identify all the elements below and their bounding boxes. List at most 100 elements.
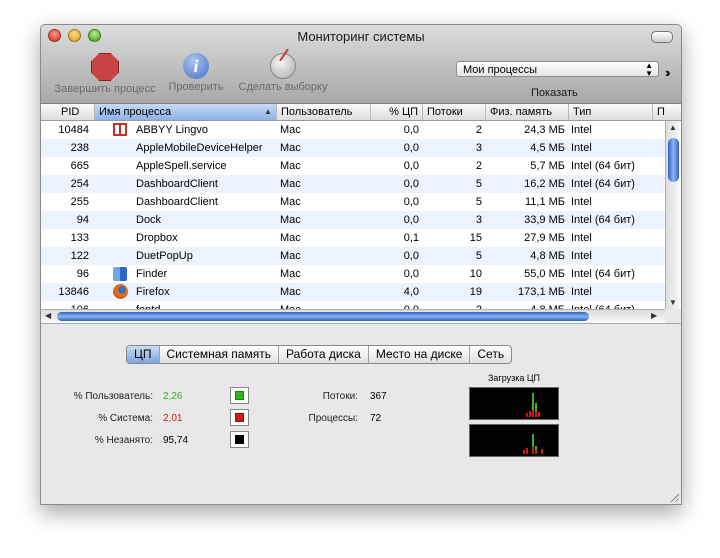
cell-pid: 13846 [58,286,89,298]
toolbar-toggle-button[interactable] [651,31,673,43]
tab-disk-usage[interactable]: Место на диске [369,346,471,363]
cell-cpu: 4,0 [403,286,419,298]
cpu-panel: % Пользователь: 2,26 % Система: 2,01 % Н… [41,369,681,504]
table-row[interactable]: 254 DashboardClient Mac 0,0 5 16,2 МБ Intel (6… [41,175,665,193]
vertical-scroll-thumb[interactable] [668,138,679,182]
user-color-swatch [235,391,244,400]
cell-process-name: Dropbox [136,232,178,244]
graph-bar [535,446,537,454]
cell-type: Intel (64 бит) [571,160,635,172]
vertical-scrollbar[interactable]: ▲ ▼ [665,121,681,309]
column-header-threads[interactable]: Потоки [423,104,486,120]
cell-pid: 122 [70,250,89,262]
graph-bar [529,411,531,417]
column-header-type[interactable]: Тип [569,104,653,120]
column-header-name[interactable]: Имя процесса ▲ [95,104,277,120]
scroll-up-arrow-icon[interactable]: ▲ [669,123,677,132]
cell-user: Mac [280,286,301,298]
column-header-user[interactable]: Пользователь [277,104,371,120]
graph-bar [532,393,534,417]
cell-cpu: 0,0 [403,178,419,190]
tab-disk-activity[interactable]: Работа диска [279,346,369,363]
table-row[interactable]: 106 fontd Mac 0,0 2 4,8 МБ Intel (64 бит) [41,301,665,309]
horizontal-scroll-thumb[interactable] [57,312,589,321]
cell-cpu: 0,0 [403,124,419,136]
cell-pid: 254 [70,178,89,190]
user-cpu-label: % Пользователь: [73,391,153,402]
cell-pid: 10484 [58,124,89,136]
graph-bar [523,450,525,454]
stop-icon [91,53,119,81]
table-row[interactable]: 96 Finder Mac 0,0 10 55,0 МБ Intel (64 бит) [41,265,665,283]
cell-memory: 27,9 МБ [524,232,565,244]
table-row[interactable]: 238 AppleMobileDeviceHelper Mac 0,0 3 4,5 МБ I… [41,139,665,157]
tab-network[interactable]: Сеть [470,346,511,363]
toolbar-overflow-icon[interactable]: ›› [665,65,670,80]
idle-color-picker[interactable] [230,431,249,448]
cpu-graph-core-2 [469,424,559,457]
column-header-pid[interactable]: PID [41,104,95,120]
processes-label: Процессы: [308,413,358,424]
sample-process-label: Сделать выборку [238,81,328,93]
cell-memory: 16,2 МБ [524,178,565,190]
table-row[interactable]: 94 Dock Mac 0,0 3 33,9 МБ Intel (64 бит) [41,211,665,229]
process-filter-select[interactable]: Мои процессы ▲ ▼ [456,61,659,78]
cell-threads: 5 [475,196,482,208]
quit-process-button[interactable]: Завершить процесс [49,53,161,95]
sample-icon [270,53,296,79]
cell-threads: 2 [475,160,482,172]
table-row[interactable]: 665 AppleSpell.service Mac 0,0 2 5,7 МБ Intel … [41,157,665,175]
sample-process-button[interactable]: Сделать выборку [233,53,333,93]
cell-cpu: 0,0 [403,196,419,208]
tab-cpu[interactable]: ЦП [127,346,160,363]
cell-process-name: DashboardClient [136,196,218,208]
table-row[interactable]: 13846 Firefox Mac 4,0 19 173,1 МБ Intel [41,283,665,301]
firefox-icon [113,284,129,300]
table-row[interactable]: 10484 ABBYY Lingvo Mac 0,0 2 24,3 МБ Intel [41,121,665,139]
inspect-button[interactable]: i Проверить [163,53,229,93]
table-row[interactable]: 133 Dropbox Mac 0,1 15 27,9 МБ Intel [41,229,665,247]
cell-type: Intel (64 бит) [571,214,635,226]
cell-pid: 665 [70,160,89,172]
cell-threads: 2 [475,124,482,136]
graph-bar [532,434,534,454]
horizontal-scrollbar[interactable]: ◀ ▶ [41,309,665,323]
cell-pid: 96 [76,268,89,280]
column-header-cpu[interactable]: % ЦП [371,104,423,120]
cell-threads: 3 [475,142,482,154]
processes-value: 72 [370,413,382,424]
threads-label: Потоки: [322,391,358,402]
cell-process-name: Firefox [136,286,170,298]
select-arrows-icon: ▲ ▼ [645,61,653,78]
table-row[interactable]: 122 DuetPopUp Mac 0,0 5 4,8 МБ Intel [41,247,665,265]
toolbar: Мониторинг системы Завершить процесс i П… [41,25,681,104]
cell-pid: 94 [76,214,89,226]
column-header-more[interactable]: П [653,104,681,120]
cell-cpu: 0,0 [403,268,419,280]
cell-type: Intel (64 бит) [571,301,661,309]
process-filter-value: Мои процессы [463,64,537,76]
graph-bar [535,403,537,417]
cell-threads: 15 [469,232,482,244]
cell-user: Mac [280,142,301,154]
info-icon: i [183,53,209,79]
column-header-memory[interactable]: Физ. память [486,104,569,120]
inspect-label: Проверить [168,81,224,93]
system-cpu-value: 2,01 [163,413,183,424]
cell-threads: 10 [469,268,482,280]
cell-memory: 173,1 МБ [518,286,565,298]
cell-type: Intel [571,124,592,136]
cell-user: Mac [280,301,360,309]
graph-bar [526,448,528,454]
scroll-right-arrow-icon[interactable]: ▶ [651,311,657,320]
cell-cpu: 0,0 [403,214,419,226]
scroll-down-arrow-icon[interactable]: ▼ [669,298,677,307]
table-header: PID Имя процесса ▲ Пользователь % ЦП Пот… [41,104,681,121]
cell-cpu: 0,0 [403,250,419,262]
cell-cpu: 0,0 [371,301,419,309]
quit-process-label: Завершить процесс [54,83,156,95]
tab-system-memory[interactable]: Системная память [160,346,279,363]
cell-memory: 33,9 МБ [524,214,565,226]
table-row[interactable]: 255 DashboardClient Mac 0,0 5 11,1 МБ Intel [41,193,665,211]
scroll-left-arrow-icon[interactable]: ◀ [45,311,51,320]
